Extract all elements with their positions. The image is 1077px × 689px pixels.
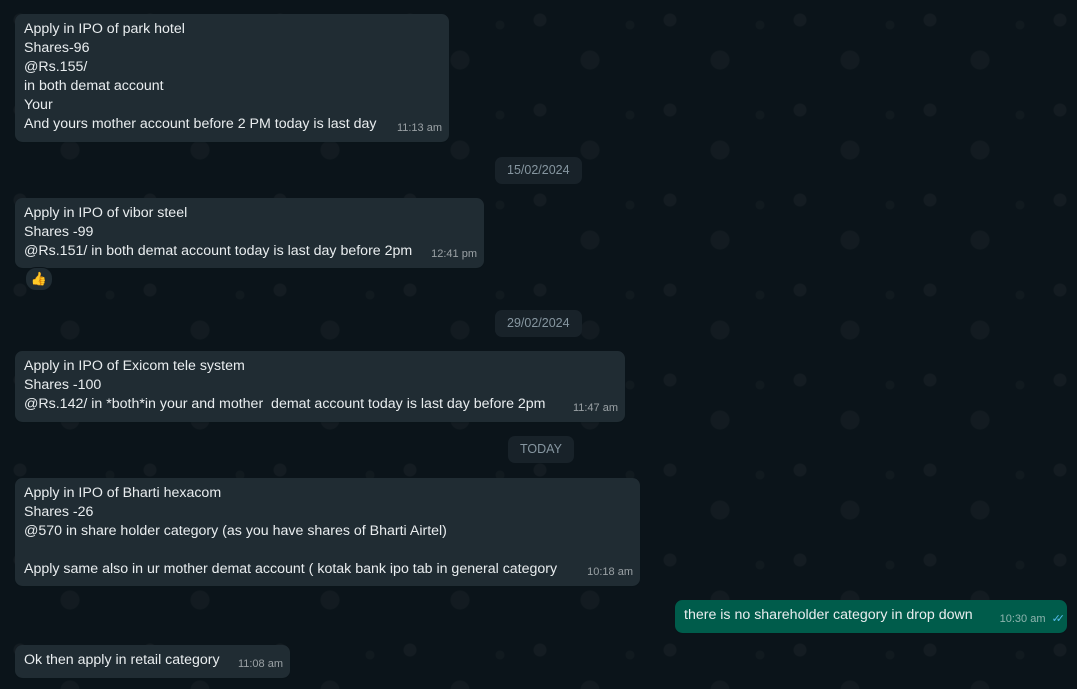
message-text-line: Shares -99 [24, 224, 94, 240]
message-bubble-incoming[interactable]: Apply in IPO of vibor steel Shares -99 @… [15, 198, 484, 268]
message-text-line [24, 541, 632, 560]
message-text-line: @Rs.155/ [24, 59, 88, 75]
message-text-line: @Rs.151/ in both demat account today is … [24, 243, 413, 259]
message-text-line: Shares-96 [24, 40, 90, 56]
message-text-line: Shares -26 [24, 504, 94, 520]
message-timestamp: 10:18 am [587, 566, 633, 578]
message-text-line: @Rs.142/ in *both*in your and mother dem… [24, 396, 546, 412]
read-receipt-icon: ✓✓ [1051, 613, 1066, 625]
date-divider: 29/02/2024 [495, 310, 582, 337]
message-text-line: Your [24, 97, 53, 113]
date-divider: 15/02/2024 [495, 157, 582, 184]
message-timestamp: 11:13 am [396, 122, 442, 134]
chat-panel[interactable]: Apply in IPO of park hotel Shares-96 @Rs… [0, 0, 1077, 689]
message-text-line: And yours mother account before 2 PM tod… [24, 116, 377, 132]
message-bubble-incoming[interactable]: Ok then apply in retail category 11:08 a… [15, 645, 290, 678]
message-text-line: Apply in IPO of vibor steel [24, 205, 188, 221]
message-bubble-incoming[interactable]: Apply in IPO of Bharti hexacom Shares -2… [15, 478, 640, 586]
message-timestamp: 11:47 am [572, 402, 618, 414]
message-timestamp: 10:30 am [999, 613, 1046, 625]
thumbs-up-reaction-icon[interactable]: 👍 [25, 267, 53, 291]
message-text-line: @570 in share holder category (as you ha… [24, 523, 447, 539]
message-bubble-incoming[interactable]: Apply in IPO of Exicom tele system Share… [15, 351, 625, 422]
message-timestamp: 11:08 am [237, 658, 283, 670]
message-bubble-outgoing[interactable]: there is no shareholder category in drop… [675, 600, 1067, 633]
message-timestamp: 12:41 pm [431, 248, 477, 260]
message-text-line: in both demat account [24, 78, 164, 94]
message-text-line: Apply in IPO of park hotel [24, 21, 185, 37]
date-divider: TODAY [508, 436, 574, 463]
message-text-line: Shares -100 [24, 377, 102, 393]
message-bubble-incoming[interactable]: Apply in IPO of park hotel Shares-96 @Rs… [15, 14, 449, 142]
message-text-line: Apply in IPO of Bharti hexacom [24, 485, 222, 501]
message-text-line: Apply same also in ur mother demat accou… [24, 561, 558, 577]
message-text-line: Apply in IPO of Exicom tele system [24, 358, 245, 374]
message-meta: 10:30 am ✓✓ [999, 610, 1066, 629]
